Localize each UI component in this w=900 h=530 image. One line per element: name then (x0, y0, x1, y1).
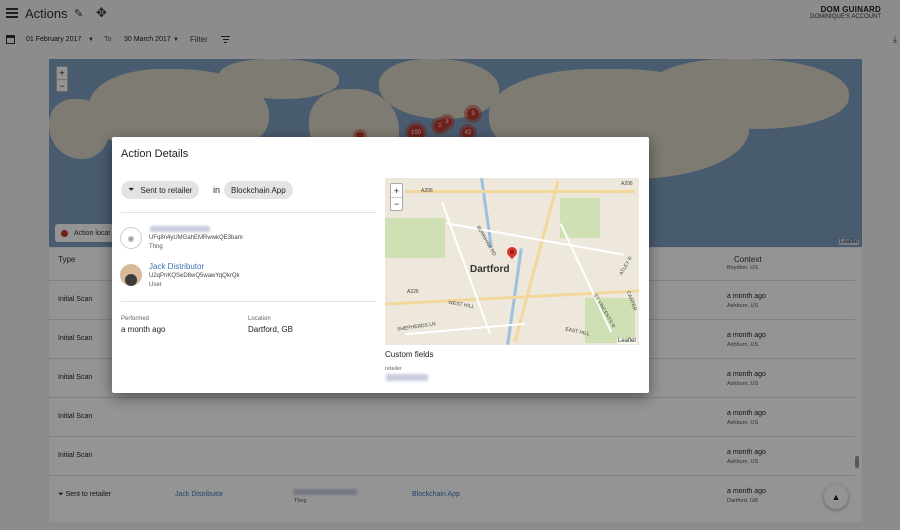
custom-field-key: retailer (385, 366, 402, 372)
leaflet-attribution[interactable]: Leaflet (616, 338, 637, 344)
town-label: Dartford (470, 264, 510, 275)
app-chip[interactable]: Blockchain App (224, 181, 293, 199)
thng-name-redacted[interactable] (150, 226, 210, 232)
user-id[interactable]: U2qPnKQSeD8wQ5wawYqQkrQk (149, 273, 239, 279)
action-type-chip[interactable]: ⏷ Sent to retailer (121, 181, 200, 199)
custom-field-value-redacted (386, 374, 428, 381)
user-link[interactable]: Jack Distributor (149, 262, 204, 271)
performed-value: a month ago (121, 325, 166, 334)
action-details-dialog: Action Details ⏷ Sent to retailer in Blo… (112, 137, 649, 393)
location-value: Dartford, GB (248, 325, 293, 334)
thng-type: Thng (149, 244, 163, 250)
action-type-label: Sent to retailer (140, 185, 193, 195)
thng-id[interactable]: UFq8n4yUMGahEMRwwkQE3bam (149, 235, 243, 241)
zoom-in-button[interactable]: + (391, 184, 402, 197)
divider (121, 301, 376, 302)
street-label: A226 (407, 289, 419, 295)
street-label: A206 (421, 188, 433, 194)
custom-fields-title: Custom fields (385, 350, 434, 359)
camera-icon: ◉ (120, 227, 142, 249)
divider (121, 212, 376, 213)
street-label: A206 (621, 181, 633, 187)
location-map[interactable]: A206 A206 BURNHAM RD A226 WEST HILL SHEP… (385, 178, 639, 345)
street-label: WEST HILL (447, 299, 475, 311)
street-label: ATLEY R (618, 255, 634, 277)
location-pin-icon[interactable] (504, 244, 520, 260)
location-map-zoom: + − (390, 183, 403, 211)
avatar (120, 264, 142, 286)
performed-label: Performed (121, 316, 150, 322)
in-label: in (213, 185, 221, 195)
dialog-title: Action Details (121, 148, 189, 160)
app-label: Blockchain App (231, 185, 286, 195)
funnel-icon: ⏷ (128, 185, 135, 194)
location-label: Location (248, 316, 271, 322)
zoom-out-button[interactable]: − (391, 197, 402, 210)
user-role: User (149, 282, 162, 288)
